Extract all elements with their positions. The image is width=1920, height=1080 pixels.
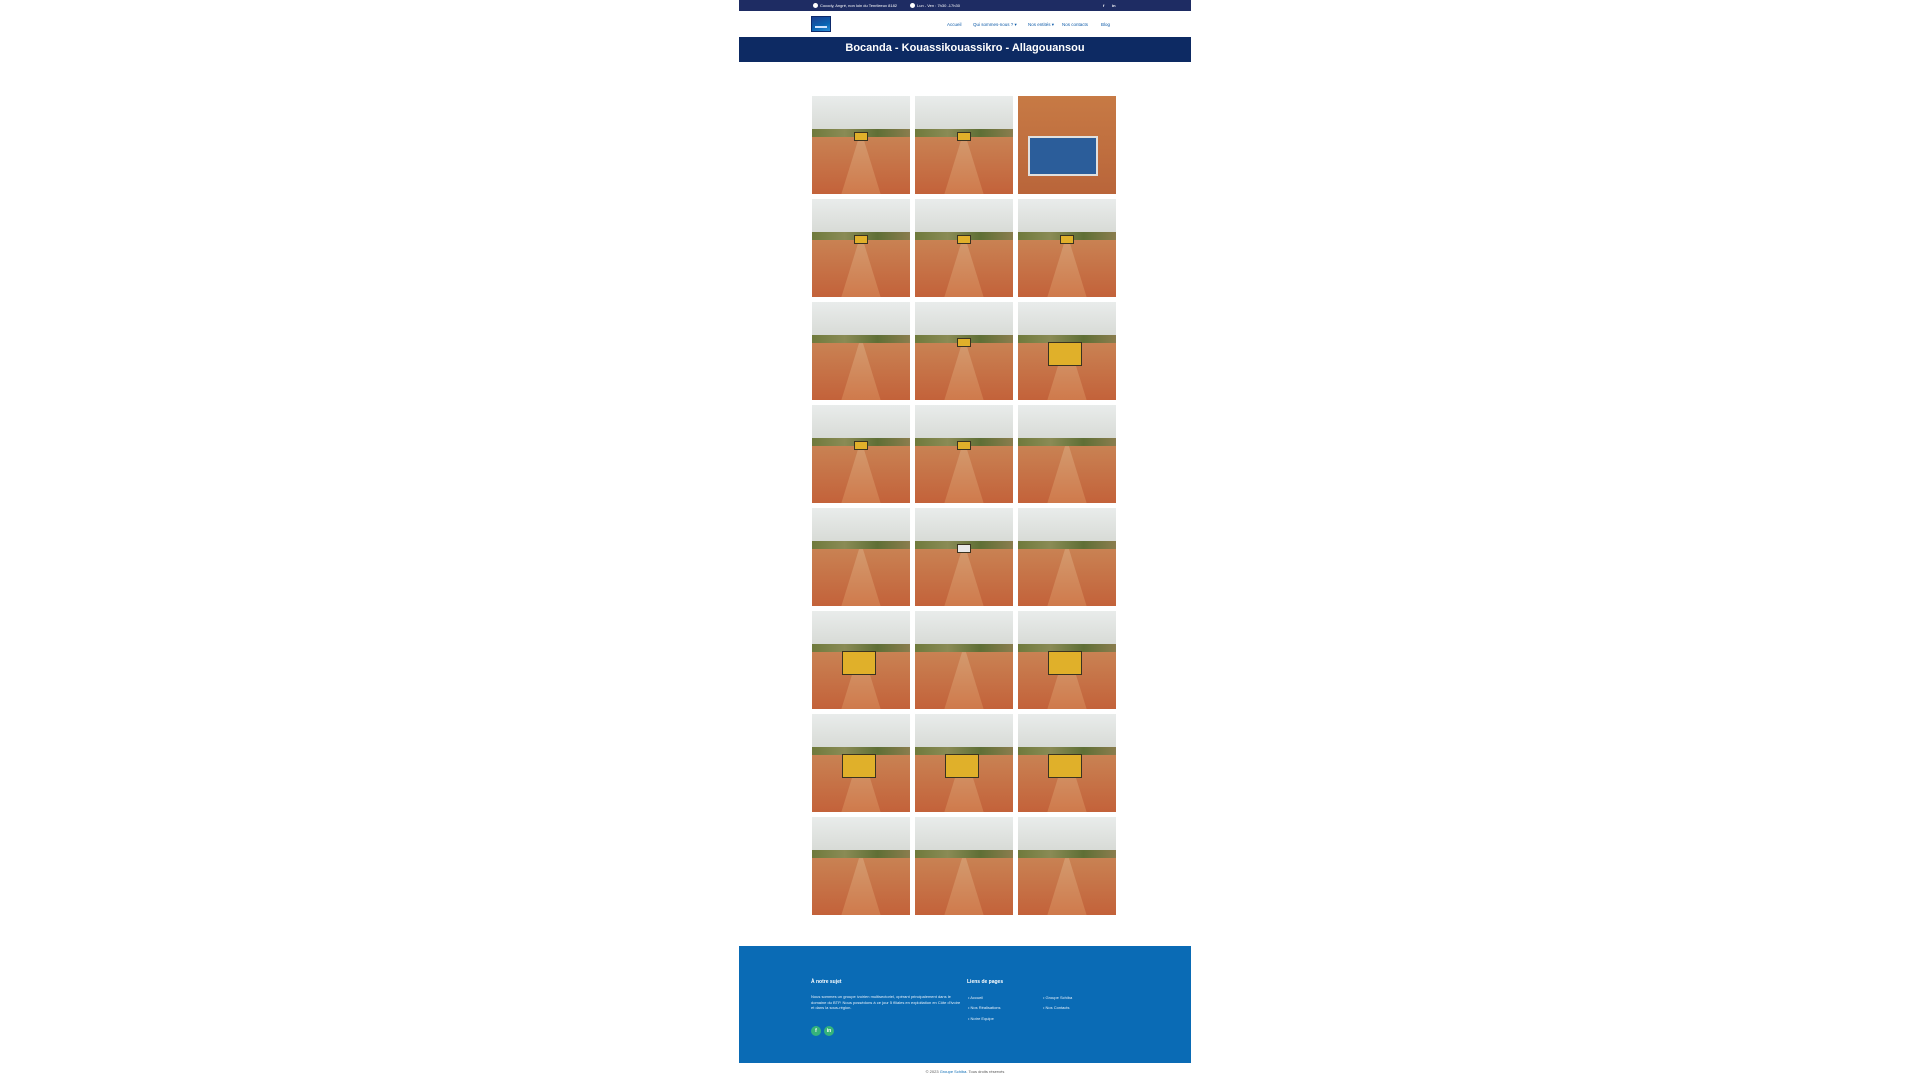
hours-item: Lun - Ven : 7h30 -17h30 (910, 3, 960, 8)
gallery-photo[interactable] (1018, 302, 1116, 400)
linkedin-icon[interactable]: in (1112, 3, 1116, 8)
gallery-photo[interactable] (1018, 199, 1116, 297)
copyright: © 2023 Groupe Schiba. Tous droits réserv… (739, 1069, 1191, 1074)
gallery-photo[interactable] (812, 199, 910, 297)
excavator-icon (945, 754, 979, 778)
gallery-photo[interactable] (812, 96, 910, 194)
gallery-photo[interactable] (812, 302, 910, 400)
footer-link-realisations[interactable]: • Nos Réalisations (968, 1005, 1001, 1010)
page: Cocody, Angré, non loin du Tenrileeux 81… (739, 0, 1191, 1080)
gallery-photo[interactable] (915, 199, 1013, 297)
bulldozer-icon (842, 651, 876, 675)
gallery-photo[interactable] (1018, 405, 1116, 503)
nav-nos-entites[interactable]: Nos entités ▾ (1028, 22, 1054, 28)
truck-icon (957, 544, 971, 553)
site-header: Accueil Qui sommes-nous ? ▾ Nos entités … (739, 11, 1191, 37)
loader-icon (1048, 651, 1082, 675)
location-icon (813, 3, 818, 8)
roller-icon (1048, 342, 1082, 366)
about-title: À notre sujet (811, 979, 842, 985)
company-logo[interactable] (811, 16, 831, 32)
grader-icon (854, 441, 868, 450)
grader-icon (957, 235, 971, 244)
site-footer: À notre sujet Nous sommes un groupe ivoi… (739, 946, 1191, 1063)
gallery-photo[interactable] (1018, 508, 1116, 606)
nav-qui-sommes-nous[interactable]: Qui sommes-nous ? ▾ (973, 22, 1017, 28)
gallery-photo[interactable] (915, 611, 1013, 709)
gallery-photo[interactable] (1018, 714, 1116, 812)
footer-linkedin-icon[interactable]: in (824, 1026, 834, 1036)
footer-link-groupe[interactable]: • Groupe Schiba (1043, 995, 1072, 1000)
grader-icon (854, 235, 868, 244)
gallery-photo[interactable] (915, 405, 1013, 503)
gallery-photo[interactable] (915, 714, 1013, 812)
top-info-bar: Cocody, Angré, non loin du Tenrileeux 81… (739, 0, 1191, 11)
gallery-photo[interactable] (812, 714, 910, 812)
gallery-photo[interactable] (812, 817, 910, 915)
gallery-photo[interactable] (915, 96, 1013, 194)
nav-nos-contacts[interactable]: Nos contacts (1062, 22, 1088, 27)
gallery-photo[interactable] (812, 611, 910, 709)
links-title: Liens de pages (967, 979, 1004, 985)
address-item: Cocody, Angré, non loin du Tenrileeux 81… (813, 3, 897, 8)
grader-icon (854, 132, 868, 141)
clock-icon (910, 3, 915, 8)
footer-link-equipe[interactable]: • Notre Equipe (968, 1016, 994, 1021)
gallery-photo[interactable] (812, 405, 910, 503)
excavator-icon (1048, 754, 1082, 778)
hours-text: Lun - Ven : 7h30 -17h30 (917, 3, 960, 8)
grader-icon (957, 338, 971, 347)
footer-facebook-icon[interactable]: f (811, 1026, 821, 1036)
gallery-photo[interactable] (915, 817, 1013, 915)
grader-icon (1060, 235, 1074, 244)
gallery-photo[interactable] (1018, 817, 1116, 915)
gallery-photo[interactable] (812, 508, 910, 606)
gallery-photo[interactable] (1018, 96, 1116, 194)
page-title-banner: Bocanda - Kouassikouassikro - Allagouans… (739, 37, 1191, 62)
footer-link-accueil[interactable]: • Accueil (968, 995, 983, 1000)
nav-blog[interactable]: Blog (1101, 22, 1110, 27)
grader-icon (957, 441, 971, 450)
facebook-icon[interactable]: f (1103, 3, 1104, 8)
page-title: Bocanda - Kouassikouassikro - Allagouans… (845, 42, 1085, 54)
address-text: Cocody, Angré, non loin du Tenrileeux 81… (820, 3, 898, 8)
building-icon (1028, 136, 1098, 176)
gallery-photo[interactable] (915, 302, 1013, 400)
gallery-photo[interactable] (1018, 611, 1116, 709)
footer-link-contacts[interactable]: • Nos Contacts (1043, 1005, 1070, 1010)
copyright-prefix: © 2023 (925, 1069, 939, 1074)
excavator-icon (842, 754, 876, 778)
copyright-suffix: . Tous droits réservés (966, 1069, 1005, 1074)
gallery-photo[interactable] (915, 508, 1013, 606)
nav-accueil[interactable]: Accueil (947, 22, 962, 27)
grader-icon (957, 132, 971, 141)
about-text: Nous sommes un groupe ivoirien multisect… (811, 994, 961, 1010)
copyright-brand-link[interactable]: Groupe Schiba (940, 1069, 967, 1074)
